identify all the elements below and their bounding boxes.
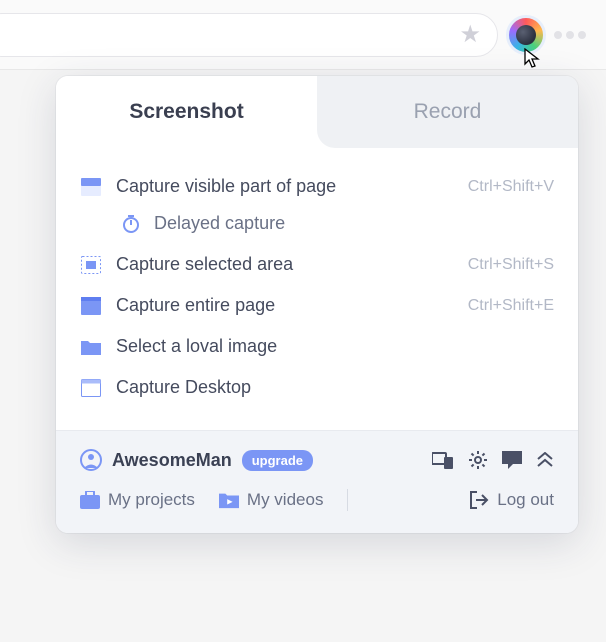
chat-icon[interactable] — [502, 450, 522, 470]
my-videos-link[interactable]: My videos — [219, 490, 324, 510]
capture-entire-item[interactable]: Capture entire page Ctrl+Shift+E — [80, 285, 554, 326]
collapse-icon[interactable] — [536, 450, 554, 470]
tab-record-label: Record — [414, 100, 482, 124]
capture-selected-item[interactable]: Capture selected area Ctrl+Shift+S — [80, 244, 554, 285]
popup-footer: AwesomeMan upgrade — [56, 430, 578, 533]
briefcase-icon — [80, 491, 100, 509]
address-bar[interactable]: ★ — [0, 13, 498, 57]
my-projects-label: My projects — [108, 490, 195, 510]
tab-screenshot-label: Screenshot — [129, 100, 243, 124]
capture-selected-label: Capture selected area — [116, 254, 293, 275]
logout-icon — [469, 491, 489, 509]
window-icon — [80, 378, 102, 398]
select-local-item[interactable]: Select a loval image — [80, 326, 554, 367]
selection-icon — [80, 255, 102, 275]
tab-record[interactable]: Record — [317, 76, 578, 148]
capture-visible-shortcut: Ctrl+Shift+V — [468, 178, 554, 196]
tab-screenshot[interactable]: Screenshot — [56, 76, 317, 148]
capture-visible-item[interactable]: Capture visible part of page Ctrl+Shift+… — [80, 166, 554, 207]
delayed-capture-item[interactable]: Delayed capture — [80, 207, 554, 244]
extension-popup: Screenshot Record Capture visible part o… — [56, 76, 578, 533]
timer-icon — [120, 214, 142, 234]
capture-entire-label: Capture entire page — [116, 295, 275, 316]
video-folder-icon — [219, 491, 239, 509]
capture-desktop-item[interactable]: Capture Desktop — [80, 367, 554, 408]
capture-entire-shortcut: Ctrl+Shift+E — [468, 297, 554, 315]
my-projects-link[interactable]: My projects — [80, 490, 195, 510]
footer-divider — [347, 489, 348, 511]
user-avatar-icon — [80, 449, 102, 471]
folder-icon — [80, 337, 102, 357]
upgrade-badge[interactable]: upgrade — [242, 450, 313, 471]
devices-icon[interactable] — [432, 450, 454, 470]
capture-visible-label: Capture visible part of page — [116, 176, 336, 197]
gear-icon[interactable] — [468, 450, 488, 470]
logout-label: Log out — [497, 490, 554, 510]
select-local-label: Select a loval image — [116, 336, 277, 357]
capture-selected-shortcut: Ctrl+Shift+S — [468, 256, 554, 274]
browser-menu-dots[interactable] — [554, 31, 594, 39]
page-top-icon — [80, 177, 102, 197]
logout-link[interactable]: Log out — [469, 490, 554, 510]
extension-icon[interactable] — [506, 15, 546, 55]
capture-desktop-label: Capture Desktop — [116, 377, 251, 398]
camera-lens-icon — [516, 25, 536, 45]
tab-bar: Screenshot Record — [56, 76, 578, 148]
bookmark-star-icon[interactable]: ★ — [459, 20, 481, 49]
delayed-capture-label: Delayed capture — [154, 213, 285, 234]
username-label: AwesomeMan — [112, 450, 232, 471]
screenshot-menu: Capture visible part of page Ctrl+Shift+… — [56, 148, 578, 430]
browser-toolbar: ★ — [0, 0, 606, 70]
full-page-icon — [80, 296, 102, 316]
my-videos-label: My videos — [247, 490, 324, 510]
